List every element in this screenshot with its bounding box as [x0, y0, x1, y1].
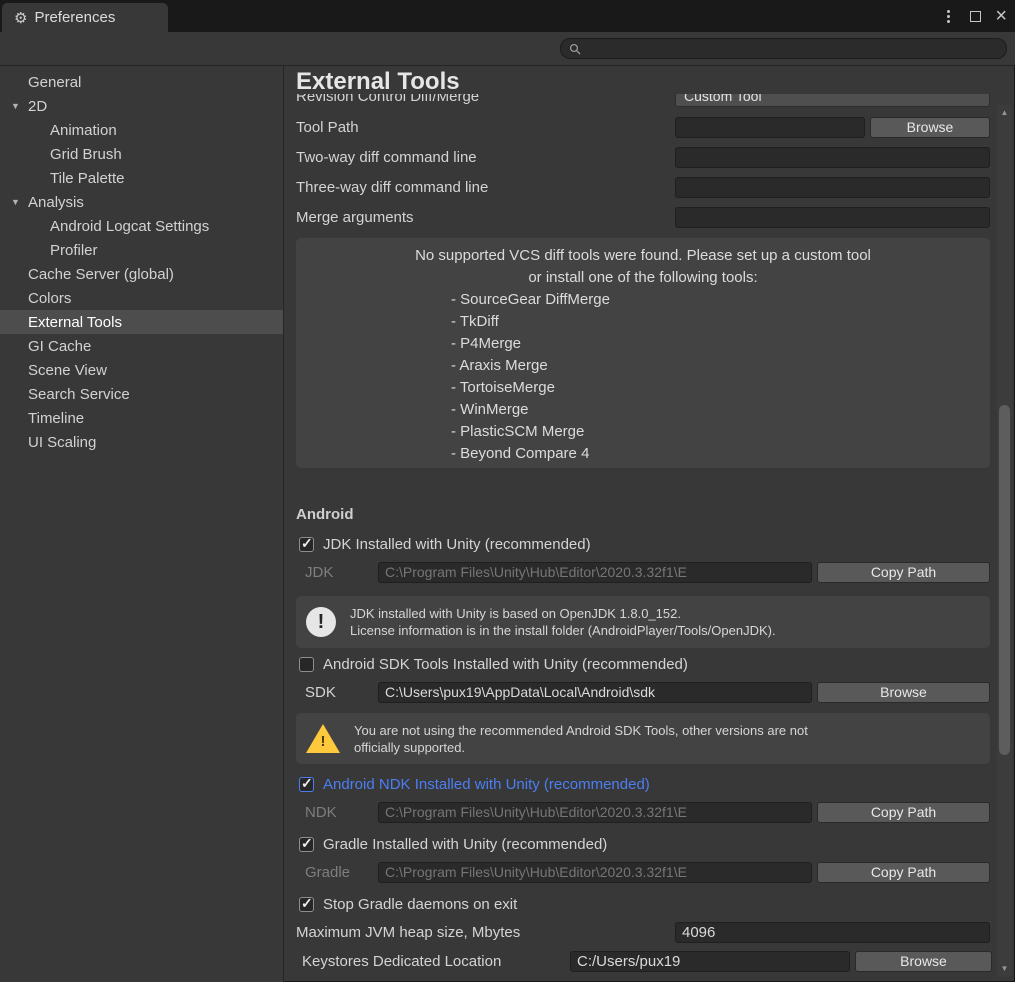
- jdk-path-row: JDK C:\Program Files\Unity\Hub\Editor\20…: [305, 561, 990, 583]
- sidebar-item-cache-server[interactable]: Cache Server (global): [0, 262, 283, 286]
- three-way-diff-input[interactable]: [675, 177, 990, 198]
- close-icon[interactable]: ×: [995, 6, 1007, 26]
- merge-arguments-input[interactable]: [675, 207, 990, 228]
- tool-path-input[interactable]: [675, 117, 865, 138]
- sidebar-item-external-tools[interactable]: External Tools: [0, 310, 283, 334]
- sidebar-item-general[interactable]: General: [0, 70, 283, 94]
- sidebar-item-search-service[interactable]: Search Service: [0, 382, 283, 406]
- window-controls: ×: [941, 0, 1007, 32]
- two-way-diff-row: Two-way diff command line: [296, 146, 990, 168]
- vcs-tool-item: - WinMerge: [296, 399, 990, 421]
- vcs-tool-item: - Beyond Compare 4: [296, 443, 990, 465]
- android-ndk-checkbox[interactable]: [299, 777, 314, 792]
- vcs-tool-item: - PlasticSCM Merge: [296, 421, 990, 443]
- tool-path-browse-button[interactable]: Browse: [870, 117, 990, 138]
- revision-diff-dropdown[interactable]: Custom Tool: [675, 94, 990, 107]
- preferences-tab[interactable]: ⚙ Preferences: [2, 3, 168, 32]
- scroll-up-icon[interactable]: ▲: [997, 107, 1012, 119]
- foldout-arrow-icon[interactable]: ▼: [11, 197, 28, 207]
- jdk-installed-checkbox-row[interactable]: JDK Installed with Unity (recommended): [299, 533, 591, 555]
- sdk-browse-button[interactable]: Browse: [817, 682, 990, 703]
- foldout-arrow-icon[interactable]: ▼: [11, 101, 28, 111]
- vcs-tool-item: - TkDiff: [296, 311, 990, 333]
- ndk-path-row: NDK C:\Program Files\Unity\Hub\Editor\20…: [305, 801, 990, 823]
- search-input[interactable]: [560, 38, 1007, 59]
- sidebar-item-profiler[interactable]: Profiler: [0, 238, 283, 262]
- menu-kebab-icon[interactable]: [941, 6, 956, 27]
- sdk-path-row: SDK C:\Users\pux19\AppData\Local\Android…: [305, 681, 990, 703]
- sidebar-item-timeline[interactable]: Timeline: [0, 406, 283, 430]
- sidebar-item-analysis[interactable]: ▼Analysis: [0, 190, 283, 214]
- sidebar-item-ui-scaling[interactable]: UI Scaling: [0, 430, 283, 454]
- gradle-installed-checkbox-row[interactable]: Gradle Installed with Unity (recommended…: [299, 833, 607, 855]
- sidebar-item-android-logcat-settings[interactable]: Android Logcat Settings: [0, 214, 283, 238]
- vcs-tool-item: - P4Merge: [296, 333, 990, 355]
- stop-gradle-daemons-checkbox-row[interactable]: Stop Gradle daemons on exit: [299, 893, 517, 915]
- three-way-diff-row: Three-way diff command line: [296, 176, 990, 198]
- vcs-tool-item: - TortoiseMerge: [296, 377, 990, 399]
- gear-icon: ⚙: [14, 9, 27, 27]
- keystores-browse-button[interactable]: Browse: [855, 951, 992, 972]
- jdk-path-field: C:\Program Files\Unity\Hub\Editor\2020.3…: [378, 562, 812, 583]
- sidebar-item-gi-cache[interactable]: GI Cache: [0, 334, 283, 358]
- jdk-copy-path-button[interactable]: Copy Path: [817, 562, 990, 583]
- sidebar: General ▼2D Animation Grid Brush Tile Pa…: [0, 66, 283, 982]
- sidebar-item-grid-brush[interactable]: Grid Brush: [0, 142, 283, 166]
- android-sdk-checkbox[interactable]: [299, 657, 314, 672]
- sidebar-item-animation[interactable]: Animation: [0, 118, 283, 142]
- window-title: Preferences: [34, 9, 115, 26]
- android-section-title: Android: [296, 506, 354, 523]
- stop-gradle-daemons-checkbox[interactable]: [299, 897, 314, 912]
- toolbar: [0, 32, 1015, 66]
- merge-arguments-row: Merge arguments: [296, 206, 990, 228]
- sdk-path-field[interactable]: C:\Users\pux19\AppData\Local\Android\sdk: [378, 682, 812, 703]
- scrollbar-thumb[interactable]: [999, 405, 1010, 755]
- gradle-path-row: Gradle C:\Program Files\Unity\Hub\Editor…: [305, 861, 990, 883]
- ndk-path-field: C:\Program Files\Unity\Hub\Editor\2020.3…: [378, 802, 812, 823]
- sdk-warning-box: ! You are not using the recommended Andr…: [296, 713, 990, 764]
- revision-control-row: Revision Control Diff/Merge Custom Tool: [296, 94, 990, 107]
- gradle-path-field: C:\Program Files\Unity\Hub\Editor\2020.3…: [378, 862, 812, 883]
- tool-path-row: Tool Path Browse: [296, 116, 990, 138]
- jvm-heap-row: Maximum JVM heap size, Mbytes 4096: [296, 921, 990, 943]
- sidebar-item-2d[interactable]: ▼2D: [0, 94, 283, 118]
- jvm-heap-input[interactable]: 4096: [675, 922, 990, 943]
- warning-icon: !: [306, 724, 340, 754]
- page-title: External Tools: [296, 68, 460, 96]
- keystores-row: Keystores Dedicated Location C:/Users/pu…: [302, 950, 992, 972]
- gradle-copy-path-button[interactable]: Copy Path: [817, 862, 990, 883]
- sidebar-item-colors[interactable]: Colors: [0, 286, 283, 310]
- main-panel: External Tools Revision Control Diff/Mer…: [284, 66, 1015, 982]
- info-icon: !: [306, 607, 336, 637]
- vcs-tools-helpbox: No supported VCS diff tools were found. …: [296, 238, 990, 468]
- two-way-diff-input[interactable]: [675, 147, 990, 168]
- maximize-icon[interactable]: [970, 11, 981, 22]
- vcs-tool-item: - Araxis Merge: [296, 355, 990, 377]
- gradle-installed-checkbox[interactable]: [299, 837, 314, 852]
- jdk-installed-checkbox[interactable]: [299, 537, 314, 552]
- search-icon: [569, 43, 581, 55]
- android-sdk-checkbox-row[interactable]: Android SDK Tools Installed with Unity (…: [299, 653, 688, 675]
- sidebar-item-scene-view[interactable]: Scene View: [0, 358, 283, 382]
- ndk-copy-path-button[interactable]: Copy Path: [817, 802, 990, 823]
- vcs-tool-item: - SourceGear DiffMerge: [296, 289, 990, 311]
- revision-control-label: Revision Control Diff/Merge: [296, 94, 675, 105]
- vertical-scrollbar[interactable]: ▲ ▼: [997, 105, 1012, 977]
- scroll-down-icon[interactable]: ▼: [997, 963, 1012, 975]
- keystores-location-input[interactable]: C:/Users/pux19: [570, 951, 850, 972]
- sidebar-item-tile-palette[interactable]: Tile Palette: [0, 166, 283, 190]
- android-ndk-checkbox-row[interactable]: Android NDK Installed with Unity (recomm…: [299, 773, 650, 795]
- title-bar: ⚙ Preferences ×: [0, 0, 1015, 32]
- jdk-info-box: ! JDK installed with Unity is based on O…: [296, 596, 990, 648]
- preferences-window: ⚙ Preferences × General ▼2D Animation Gr…: [0, 0, 1015, 982]
